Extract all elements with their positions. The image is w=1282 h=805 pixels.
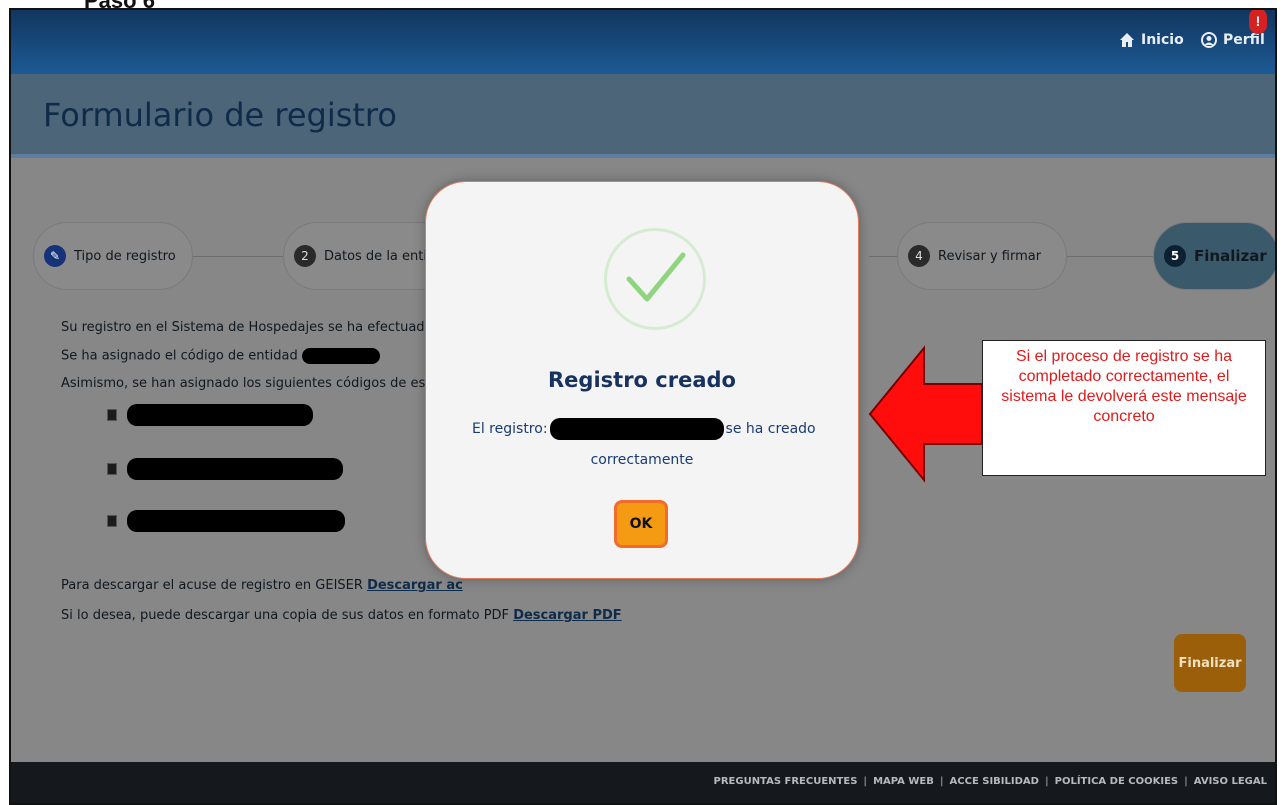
establishment-code-item [107,510,345,532]
download-ack-link[interactable]: Descargar ac [367,578,463,593]
redacted-code [127,404,313,426]
success-text: Su registro en el Sistema de Hospedajes … [61,320,453,335]
footer: PREGUNTAS FRECUENTES | MAPA WEB | ACCE SIBIL… [11,762,1275,803]
dialog-message-prefix: El registro: [472,421,548,437]
download-ack-line: Para descargar el acuse de registro en G… [61,578,463,593]
user-icon [1201,32,1217,48]
annotation-callout: Si el proceso de registro se ha completa… [982,340,1266,476]
red-arrow-icon [868,345,983,483]
establishment-code-item [107,458,343,480]
checkmark-icon [626,252,686,302]
footer-link-legal[interactable]: AVISO LEGAL [1194,776,1267,787]
success-circle [604,228,706,330]
dialog-message-line2: correctamente [590,452,694,468]
screenshot: Paso 6 Inicio Perfil ! Formulario de reg… [0,0,1282,805]
page-title: Formulario de registro [43,96,397,134]
alert-badge[interactable]: ! [1249,10,1267,34]
step-label: Revisar y firmar [938,248,1042,264]
code-bullet-icon [107,463,117,475]
establishment-codes-text: Asimismo, se han asignado los siguientes… [61,376,451,391]
step-tipo-registro[interactable]: ✎ Tipo de registro [33,222,193,290]
footer-links: PREGUNTAS FRECUENTES | MAPA WEB | ACCE SIBIL… [713,776,1268,787]
step-connector [1067,256,1153,257]
redacted-entity-code [301,348,380,364]
download-pdf-line: Si lo desea, puede descargar una copia d… [61,608,622,623]
step-number: 4 [908,245,930,267]
home-icon [1120,33,1134,47]
page-header: Formulario de registro [11,74,1275,158]
footer-link-cookies[interactable]: POLÍTICA DE COOKIES [1055,776,1178,787]
download-pdf-link[interactable]: Descargar PDF [513,608,621,623]
entity-code-label: Se ha asignado el código de entidad [61,348,298,364]
download-pdf-text: Si lo desea, puede descargar una copia d… [61,608,510,623]
dialog-title: Registro creado [548,368,736,392]
step-number: 2 [294,245,316,267]
finalize-button[interactable]: Finalizar [1174,634,1246,692]
home-link[interactable]: Inicio [1119,32,1184,48]
redacted-registry-id [549,418,724,440]
download-ack-text: Para descargar el acuse de registro en G… [61,578,363,593]
success-dialog: Registro creado El registro: se ha cread… [426,182,858,578]
dialog-message-suffix: se ha creado [725,421,816,437]
step-label: Tipo de registro [74,248,176,264]
profile-label: Perfil [1223,32,1265,48]
step-revisar-firmar[interactable]: 4 Revisar y firmar [897,222,1067,290]
code-bullet-icon [107,409,117,421]
profile-link[interactable]: Perfil [1201,32,1265,48]
establishment-code-item [107,404,313,426]
step-connector [193,256,283,257]
ok-button[interactable]: OK [614,500,668,548]
footer-link-accessibility[interactable]: ACCE SIBILIDAD [950,776,1039,787]
entity-code-line: Se ha asignado el código de entidad [61,348,380,364]
step-connector [869,256,897,257]
footer-link-sitemap[interactable]: MAPA WEB [873,776,934,787]
redacted-code [127,458,343,480]
code-bullet-icon [107,515,117,527]
step-number: 5 [1164,245,1186,267]
step-label: Finalizar [1194,247,1267,265]
home-label: Inicio [1141,32,1184,48]
footer-link-faq[interactable]: PREGUNTAS FRECUENTES [714,776,858,787]
step-finalizar[interactable]: 5 Finalizar [1153,222,1275,290]
top-navbar: Inicio Perfil ! [11,10,1275,74]
dialog-message: El registro: se ha creado [472,418,816,440]
pencil-icon: ✎ [44,245,66,267]
redacted-code [127,510,345,532]
